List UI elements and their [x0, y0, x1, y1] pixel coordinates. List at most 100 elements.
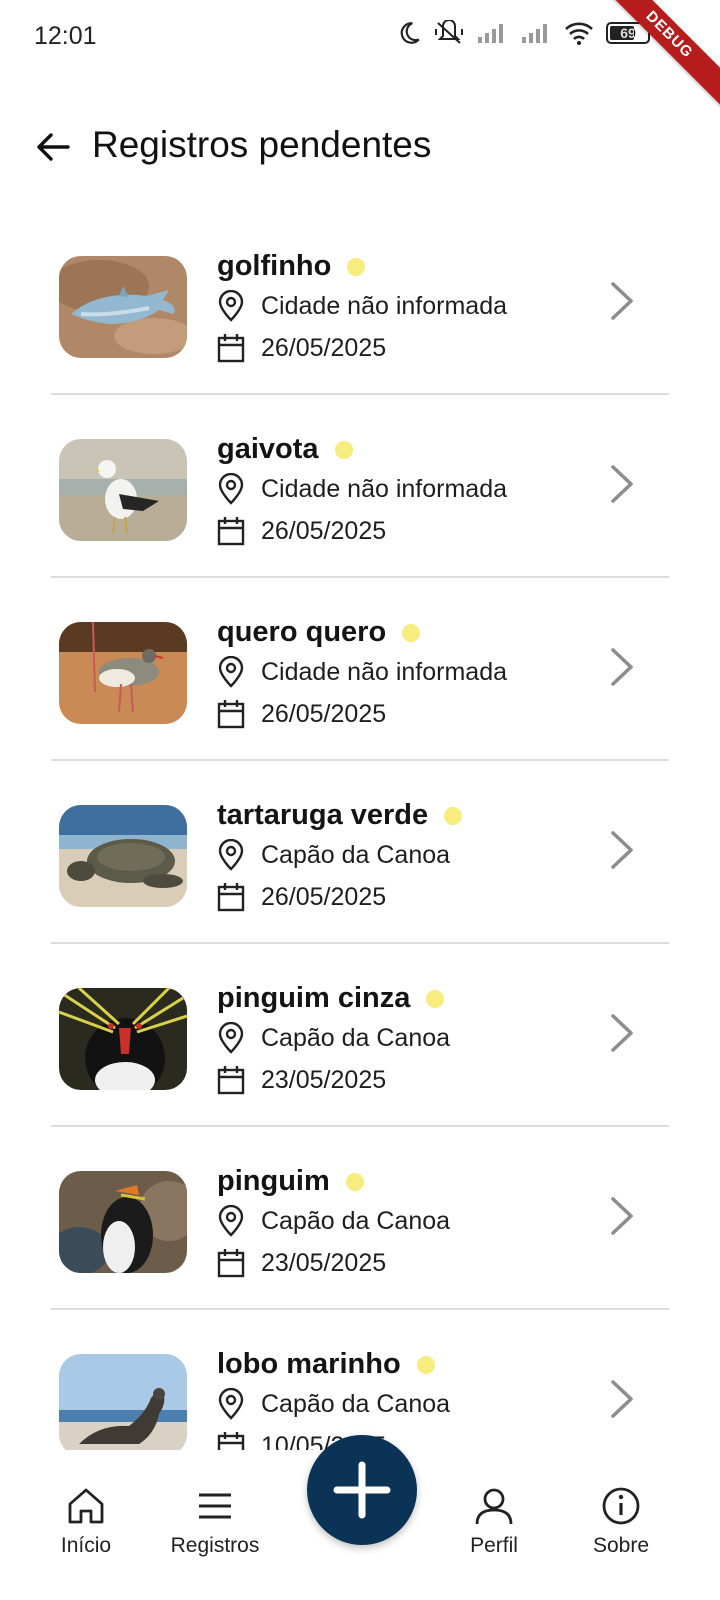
arrow-left-icon: [37, 133, 70, 161]
record-date-text: 26/05/2025: [261, 516, 387, 545]
record-city-text: Capão da Canoa: [261, 1023, 451, 1052]
dolphin-photo: [59, 256, 187, 358]
calendar-icon: [217, 1249, 245, 1278]
add-record-button[interactable]: [307, 1435, 417, 1545]
signal-2-icon: [522, 24, 547, 43]
penguin-photo: [59, 1171, 187, 1273]
record-city: Capão da Canoa: [217, 1205, 450, 1237]
record-city: Cidade não informada: [217, 290, 507, 322]
nav-home-label: Início: [60, 1534, 112, 1557]
record-date-text: 26/05/2025: [261, 333, 387, 362]
nav-home[interactable]: Início: [21, 1486, 151, 1558]
pending-status-dot: [347, 257, 366, 276]
record-item[interactable]: golfinho Cidade não informada 26/05/2025: [51, 212, 669, 395]
record-city-text: Capão da Canoa: [261, 1389, 451, 1418]
location-pin-icon: [218, 839, 244, 871]
bottom-navigation: Início Registros Perfil Sobre: [0, 1435, 720, 1600]
record-name-text: pinguim cinza: [217, 982, 411, 1014]
location-pin-icon: [218, 656, 244, 688]
user-icon: [475, 1488, 513, 1525]
record-city-text: Capão da Canoa: [261, 1206, 451, 1235]
back-button[interactable]: [28, 122, 78, 172]
record-city-text: Cidade não informada: [261, 291, 507, 320]
calendar-icon: [217, 334, 245, 363]
app-header: Registros pendentes: [0, 112, 720, 182]
pending-status-dot: [426, 989, 445, 1008]
moon-icon: [400, 22, 420, 44]
location-pin-icon: [218, 1388, 244, 1420]
nav-about[interactable]: Sobre: [556, 1486, 686, 1558]
record-name: quero quero: [217, 616, 421, 649]
record-city: Capão da Canoa: [217, 839, 450, 871]
pending-status-dot: [345, 1172, 364, 1191]
lapwing-photo: [59, 622, 187, 724]
green-turtle-photo: [59, 805, 187, 907]
location-pin-icon: [218, 1022, 244, 1054]
record-item[interactable]: tartaruga verde Capão da Canoa 26/05/202…: [51, 761, 669, 944]
nav-profile[interactable]: Perfil: [429, 1486, 559, 1558]
calendar-icon: [217, 1066, 245, 1095]
chevron-right-icon: [611, 282, 633, 320]
nav-records[interactable]: Registros: [150, 1486, 280, 1558]
pending-status-dot: [334, 440, 353, 459]
chevron-right-icon: [611, 465, 633, 503]
record-date: 26/05/2025: [217, 699, 386, 729]
record-item[interactable]: quero quero Cidade não informada 26/05/2…: [51, 578, 669, 761]
chevron-right-icon: [611, 648, 633, 686]
record-name-text: gaivota: [217, 433, 319, 465]
record-item[interactable]: pinguim Capão da Canoa 23/05/2025: [51, 1127, 669, 1310]
location-pin-icon: [218, 290, 244, 322]
record-city: Cidade não informada: [217, 656, 507, 688]
record-city: Cidade não informada: [217, 473, 507, 505]
record-date-text: 23/05/2025: [261, 1065, 387, 1094]
seagull-photo: [59, 439, 187, 541]
record-city: Capão da Canoa: [217, 1022, 450, 1054]
record-name-text: quero quero: [217, 616, 387, 648]
calendar-icon: [217, 883, 245, 912]
calendar-icon: [217, 517, 245, 546]
record-name-text: pinguim: [217, 1165, 330, 1197]
wifi-icon: [565, 22, 593, 45]
nav-about-label: Sobre: [592, 1534, 650, 1557]
sea-lion-photo: [59, 1354, 187, 1450]
pending-status-dot: [444, 806, 463, 825]
chevron-right-icon: [611, 1380, 633, 1418]
record-name-text: golfinho: [217, 250, 332, 282]
status-time: 12:01: [34, 22, 97, 50]
record-date: 23/05/2025: [217, 1248, 386, 1278]
record-name: gaivota: [217, 433, 353, 466]
battery-percent: 69: [620, 25, 636, 41]
status-bar: 12:01 69: [0, 0, 720, 72]
record-name-text: tartaruga verde: [217, 799, 429, 831]
home-icon: [68, 1488, 104, 1524]
record-name: pinguim: [217, 1165, 364, 1198]
chevron-right-icon: [611, 1197, 633, 1235]
pending-status-dot: [416, 1355, 435, 1374]
status-icons: 69: [396, 20, 650, 46]
calendar-icon: [217, 700, 245, 729]
info-icon: [602, 1487, 640, 1525]
location-pin-icon: [218, 473, 244, 505]
record-city: Capão da Canoa: [217, 1388, 450, 1420]
calendar-icon: [217, 1432, 245, 1450]
record-name: tartaruga verde: [217, 799, 463, 832]
chevron-right-icon: [611, 1014, 633, 1052]
record-date-text: 26/05/2025: [261, 882, 387, 911]
nav-profile-label: Perfil: [470, 1534, 518, 1557]
pending-status-dot: [402, 623, 421, 642]
chevron-right-icon: [611, 831, 633, 869]
record-item[interactable]: lobo marinho Capão da Canoa 10/05/2025: [51, 1310, 669, 1450]
records-list[interactable]: golfinho Cidade não informada 26/05/2025: [51, 212, 669, 1450]
record-item[interactable]: pinguim cinza Capão da Canoa 23/05/2025: [51, 944, 669, 1127]
record-date: 26/05/2025: [217, 516, 386, 546]
record-name: pinguim cinza: [217, 982, 445, 1015]
record-date-text: 23/05/2025: [261, 1248, 387, 1277]
record-date: 23/05/2025: [217, 1065, 386, 1095]
plus-icon: [333, 1461, 391, 1519]
rockhopper-penguin-photo: [59, 988, 187, 1090]
menu-icon: [199, 1493, 231, 1519]
record-date-text: 26/05/2025: [261, 699, 387, 728]
record-item[interactable]: gaivota Cidade não informada 26/05/2025: [51, 395, 669, 578]
record-date: 26/05/2025: [217, 333, 386, 363]
nav-records-label: Registros: [170, 1534, 260, 1557]
